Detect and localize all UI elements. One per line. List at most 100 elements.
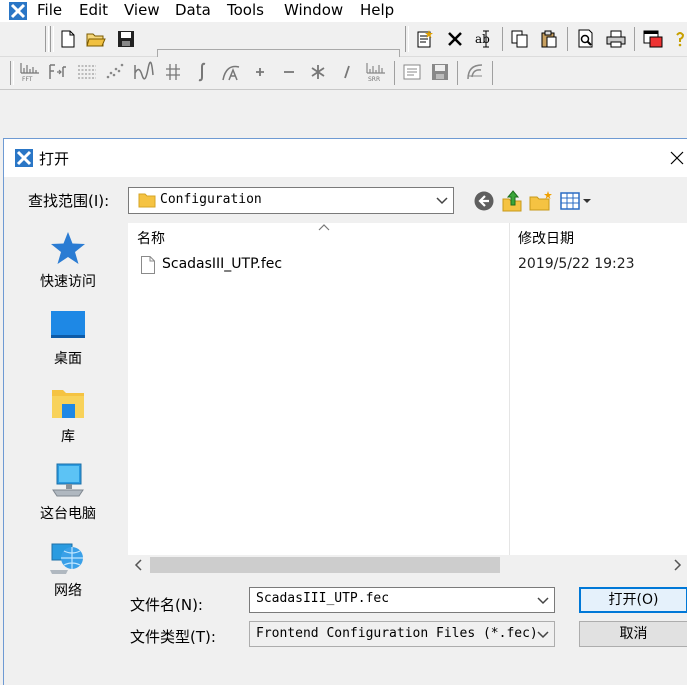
print-preview-icon[interactable] (575, 28, 597, 50)
menu-bar: File Edit View Data Tools Window Help (0, 0, 687, 22)
column-header-date-modified[interactable]: 修改日期 (518, 228, 574, 248)
svg-text:ab: ab (475, 32, 490, 46)
divide-icon[interactable] (336, 61, 358, 83)
sort-ascending-icon (318, 224, 330, 231)
properties-icon[interactable] (401, 61, 423, 83)
place-this-pc[interactable]: 这台电脑 (28, 461, 108, 523)
place-label: 快速访问 (40, 274, 96, 290)
app-logo-icon (8, 1, 28, 21)
star-icon (51, 232, 85, 264)
file-name-input[interactable]: ScadasIII_UTP.fec (249, 587, 555, 613)
chevron-down-icon[interactable] (537, 595, 549, 607)
toolbar-grip[interactable] (10, 61, 14, 85)
processing-toolbar: FFT SRR (0, 57, 687, 90)
rename-icon[interactable]: ab (473, 28, 495, 50)
place-label: 网络 (54, 583, 82, 599)
derivative-icon[interactable] (162, 61, 184, 83)
look-in-label: 查找范围(I): (28, 192, 110, 210)
multiply-icon[interactable] (307, 61, 329, 83)
menu-window[interactable]: Window (284, 0, 343, 22)
computer-icon (52, 463, 84, 497)
look-in-dropdown[interactable]: Configuration (128, 187, 454, 214)
file-type-value: Frontend Configuration Files (*.fec) (256, 626, 538, 641)
save-data-icon[interactable] (429, 61, 451, 83)
toolbar-separator (634, 27, 635, 51)
integral-icon[interactable] (191, 61, 213, 83)
toolbar-grip[interactable] (45, 26, 49, 52)
fft-text: FFT (22, 76, 33, 83)
toolbar-separator (492, 61, 493, 85)
chevron-down-icon (436, 197, 448, 205)
place-network[interactable]: 网络 (28, 538, 108, 600)
analysis-icon[interactable] (464, 61, 486, 83)
scatter-icon[interactable] (104, 61, 126, 83)
add-icon[interactable] (249, 61, 271, 83)
file-list-item[interactable]: ScadasIII_UTP.fec 2019/5/22 19:23 (134, 253, 674, 277)
toolbar-separator (567, 27, 568, 51)
waveform-icon[interactable] (133, 61, 155, 83)
file-list[interactable]: 名称 修改日期 ScadasIII_UTP.fec 2019/5/22 19:2… (128, 223, 687, 575)
open-folder-icon[interactable] (85, 28, 107, 50)
column-header-name[interactable]: 名称 (137, 228, 165, 248)
menu-view[interactable]: View (124, 0, 160, 22)
menu-edit[interactable]: Edit (79, 0, 108, 22)
network-icon (50, 543, 83, 574)
toolbar-grip[interactable] (405, 26, 409, 52)
file-icon (141, 256, 155, 274)
file-type-dropdown[interactable]: Frontend Configuration Files (*.fec) (249, 621, 555, 647)
ifft-icon[interactable] (47, 61, 69, 83)
library-icon (52, 390, 84, 418)
toolbar-separator (502, 27, 503, 51)
toolbar-separator (457, 61, 458, 85)
print-icon[interactable] (605, 28, 627, 50)
horizontal-scrollbar[interactable] (128, 555, 687, 575)
folder-icon (138, 192, 156, 212)
dialog-title: 打开 (39, 150, 70, 168)
scroll-right-icon[interactable] (670, 557, 684, 573)
standard-toolbar: ab (0, 22, 687, 73)
place-quick-access[interactable]: 快速访问 (28, 229, 108, 291)
place-libraries[interactable]: 库 (28, 384, 108, 446)
menu-help[interactable]: Help (360, 0, 394, 22)
toolbar-separator (394, 61, 395, 85)
back-arrow-icon[interactable] (473, 190, 495, 212)
dialog-titlebar[interactable]: 打开 (4, 139, 687, 177)
menu-tools[interactable]: Tools (227, 0, 264, 22)
delete-icon[interactable] (444, 28, 466, 50)
fft-icon[interactable]: FFT (19, 61, 41, 83)
file-name-label: 文件名(N): (130, 596, 203, 614)
filter-icon[interactable] (76, 61, 98, 83)
chevron-down-icon (537, 631, 549, 639)
curve-fit-icon[interactable] (220, 61, 242, 83)
open-button[interactable]: 打开(O) (579, 587, 687, 613)
file-name-input-value: ScadasIII_UTP.fec (256, 591, 390, 606)
cancel-button[interactable]: 取消 (579, 621, 687, 647)
scroll-left-icon[interactable] (132, 557, 146, 573)
subtract-icon[interactable] (278, 61, 300, 83)
place-desktop[interactable]: 桌面 (28, 306, 108, 368)
paste-icon[interactable] (538, 28, 560, 50)
file-type-label: 文件类型(T): (130, 628, 216, 646)
srr-icon[interactable]: SRR (365, 61, 387, 83)
view-menu-icon[interactable] (559, 190, 595, 212)
up-folder-icon[interactable] (501, 189, 523, 213)
window-icon[interactable] (642, 28, 664, 50)
place-label: 库 (61, 429, 75, 445)
app-logo-icon (14, 148, 34, 172)
toolbar-grip[interactable] (50, 26, 54, 52)
help-icon[interactable] (672, 28, 687, 50)
open-file-dialog: 打开 查找范围(I): Configuration 快速访问 桌面 库 这台电脑… (3, 138, 687, 685)
look-in-value: Configuration (160, 192, 262, 207)
paste-special-icon[interactable] (414, 28, 436, 50)
place-label: 桌面 (54, 351, 82, 367)
scrollbar-thumb[interactable] (150, 557, 500, 573)
copy-icon[interactable] (509, 28, 531, 50)
menu-file[interactable]: File (37, 0, 62, 22)
desktop-icon (51, 311, 85, 338)
place-label: 这台电脑 (40, 506, 96, 522)
menu-data[interactable]: Data (175, 0, 211, 22)
save-icon[interactable] (115, 28, 137, 50)
new-file-icon[interactable] (57, 28, 79, 50)
new-folder-icon[interactable] (529, 190, 553, 212)
close-icon[interactable] (668, 149, 687, 169)
